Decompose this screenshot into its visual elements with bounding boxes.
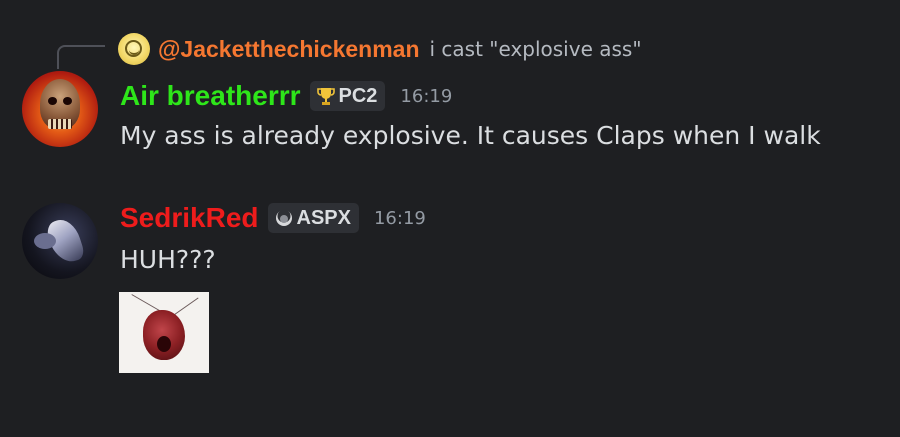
avatar-air-breatherrr[interactable] xyxy=(22,71,98,147)
image-attachment[interactable] xyxy=(119,292,209,373)
message-text: My ass is already explosive. It causes C… xyxy=(120,121,821,150)
username[interactable]: Air breatherrr xyxy=(120,80,301,112)
username[interactable]: SedrikRed xyxy=(120,202,259,234)
timestamp[interactable]: 16:19 xyxy=(374,208,426,229)
message-text: HUH??? xyxy=(120,245,216,274)
crescent-badge-icon xyxy=(275,209,292,226)
reply-connector-line xyxy=(57,45,105,69)
message-header: Air breatherrr PC2 16:19 xyxy=(120,80,452,112)
message-header: SedrikRed ASPX 16:19 xyxy=(120,202,426,234)
red-creature-image xyxy=(143,310,185,360)
reply-username[interactable]: @Jacketthechickenman xyxy=(158,36,420,63)
avatar-sedrikred[interactable] xyxy=(22,203,98,279)
trophy-icon xyxy=(316,88,335,105)
server-tag-badge[interactable]: ASPX xyxy=(267,203,359,233)
reply-preview[interactable]: @Jacketthechickenman i cast "explosive a… xyxy=(118,32,642,66)
server-tag-badge[interactable]: PC2 xyxy=(309,81,386,111)
reply-avatar[interactable] xyxy=(118,33,150,65)
timestamp[interactable]: 16:19 xyxy=(400,86,452,107)
tag-label: PC2 xyxy=(338,84,378,107)
reply-text[interactable]: i cast "explosive ass" xyxy=(430,37,642,61)
tag-label: ASPX xyxy=(296,206,351,229)
